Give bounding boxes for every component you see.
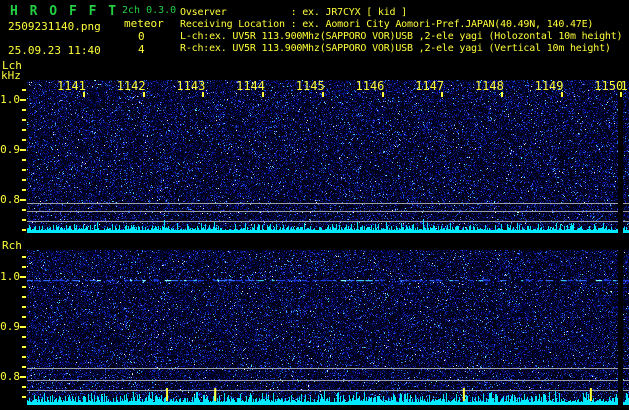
time-tick xyxy=(142,92,145,97)
freq-tick-minor xyxy=(22,139,26,141)
freq-tick-major xyxy=(20,326,26,328)
rch-axis-label: Rch xyxy=(2,239,22,252)
time-tick xyxy=(560,92,563,97)
freq-tick-minor xyxy=(22,296,26,298)
time-label: 11 xyxy=(620,79,629,93)
time-tick xyxy=(83,92,85,97)
app-title: H R O F F T xyxy=(10,4,119,19)
time-label: 1144 xyxy=(236,79,265,93)
freq-tick-major xyxy=(20,199,26,201)
freq-tick-minor xyxy=(22,386,26,388)
freq-tick-minor xyxy=(22,346,26,348)
freq-tick-minor xyxy=(22,266,26,268)
rch-spectrogram-canvas xyxy=(27,250,629,405)
freq-tick-minor xyxy=(22,109,26,111)
datetime-label: 25.09.23 11:40 xyxy=(8,44,101,57)
time-tick xyxy=(381,92,384,97)
receiving-location-line: Receiving Location : ex. Aomori City Aom… xyxy=(180,19,594,30)
freq-tick-label: 1.0 xyxy=(0,270,20,283)
time-label: 1141 xyxy=(57,79,86,93)
freq-tick-minor xyxy=(22,189,26,191)
time-label: 1149 xyxy=(534,79,564,93)
freq-tick-minor xyxy=(22,356,26,358)
time-label: 1145 xyxy=(295,79,325,93)
lch-receiver-line: L-ch:ex. UV5R 113.900Mhz(SAPPORO VOR)USB… xyxy=(180,31,623,42)
time-tick xyxy=(500,92,503,97)
lch-meteor-count: 0 xyxy=(138,30,145,43)
freq-unit-label: kHz xyxy=(1,69,21,82)
time-label: 1148 xyxy=(474,79,504,93)
freq-tick-major xyxy=(20,376,26,378)
mode-label: meteor xyxy=(124,17,164,30)
hrofft-output-window: H R O F F T 2509231140.png 25.09.23 11:4… xyxy=(0,0,629,410)
observer-line: Ovserver : ex. JR7CYX [ kid ] xyxy=(180,7,407,18)
freq-tick-minor xyxy=(22,209,26,211)
time-tick xyxy=(441,92,444,97)
time-label: 1142 xyxy=(116,79,146,93)
freq-tick-label: 1.0 xyxy=(0,93,20,106)
freq-tick-major xyxy=(20,99,26,101)
app-version: 2ch 0.3.0 xyxy=(122,5,177,16)
time-label: 1147 xyxy=(415,79,445,93)
time-tick xyxy=(262,92,265,97)
time-label: 1146 xyxy=(355,79,385,93)
lch-spectrogram-canvas xyxy=(27,80,629,233)
freq-tick-label: 0.9 xyxy=(0,320,20,333)
time-label: 1143 xyxy=(176,79,206,93)
freq-tick-minor xyxy=(22,219,26,221)
freq-tick-label: 0.9 xyxy=(0,143,20,156)
freq-tick-minor xyxy=(22,179,26,181)
freq-tick-minor xyxy=(22,396,26,398)
freq-tick-label: 0.8 xyxy=(0,193,20,206)
time-tick xyxy=(321,92,324,97)
freq-tick-minor xyxy=(22,169,26,171)
rch-meteor-count: 4 xyxy=(138,43,145,56)
output-filename: 2509231140.png xyxy=(8,20,101,33)
freq-tick-major xyxy=(20,149,26,151)
freq-tick-minor xyxy=(22,286,26,288)
freq-tick-minor xyxy=(22,336,26,338)
freq-tick-minor xyxy=(22,129,26,131)
time-label: 1150 xyxy=(594,79,624,93)
freq-tick-minor xyxy=(22,119,26,121)
freq-tick-minor xyxy=(22,229,26,231)
freq-tick-minor xyxy=(22,89,26,91)
freq-tick-label: 0.8 xyxy=(0,370,20,383)
time-tick xyxy=(202,92,205,97)
freq-tick-minor xyxy=(22,306,26,308)
freq-tick-minor xyxy=(22,316,26,318)
rch-receiver-line: R-ch:ex. UV5R 113.900Mhz(SAPPORO VOR)USB… xyxy=(180,43,611,54)
freq-tick-minor xyxy=(22,366,26,368)
freq-tick-minor xyxy=(22,256,26,258)
freq-tick-major xyxy=(20,276,26,278)
freq-tick-minor xyxy=(22,159,26,161)
